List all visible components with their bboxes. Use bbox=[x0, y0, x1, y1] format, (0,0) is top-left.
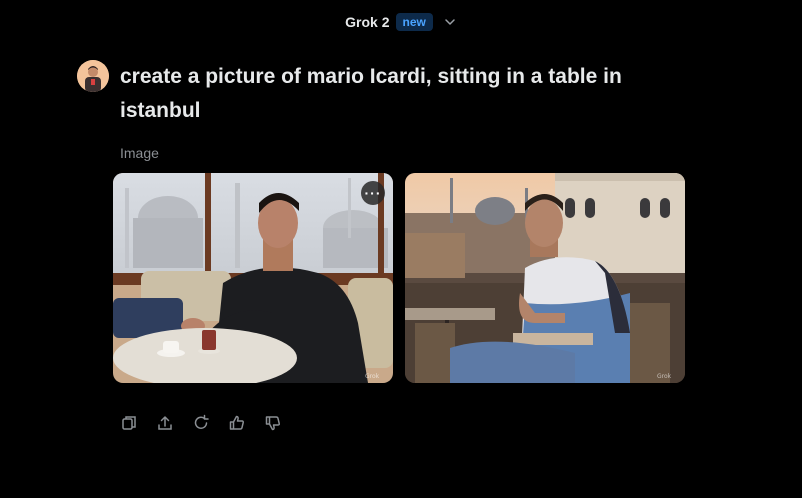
chevron-down-icon[interactable] bbox=[443, 15, 457, 29]
share-icon[interactable] bbox=[155, 413, 175, 433]
more-options-icon[interactable]: ··· bbox=[361, 181, 385, 205]
svg-text:Grok: Grok bbox=[365, 373, 380, 380]
copy-icon[interactable] bbox=[119, 413, 139, 433]
svg-text:Grok: Grok bbox=[657, 373, 672, 380]
result-type-label: Image bbox=[120, 145, 159, 161]
thumbs-down-icon[interactable] bbox=[263, 413, 283, 433]
model-selector[interactable]: Grok 2 new bbox=[0, 10, 802, 34]
message-actions bbox=[119, 413, 283, 433]
user-prompt: create a picture of mario Icardi, sittin… bbox=[120, 65, 622, 122]
generated-image-2[interactable]: Grok bbox=[405, 173, 685, 383]
generated-image-1[interactable]: Grok ··· bbox=[113, 173, 393, 383]
new-badge: new bbox=[395, 13, 433, 31]
model-name: Grok 2 bbox=[345, 14, 390, 30]
user-avatar bbox=[77, 60, 109, 92]
thumbs-up-icon[interactable] bbox=[227, 413, 247, 433]
regenerate-icon[interactable] bbox=[191, 413, 211, 433]
